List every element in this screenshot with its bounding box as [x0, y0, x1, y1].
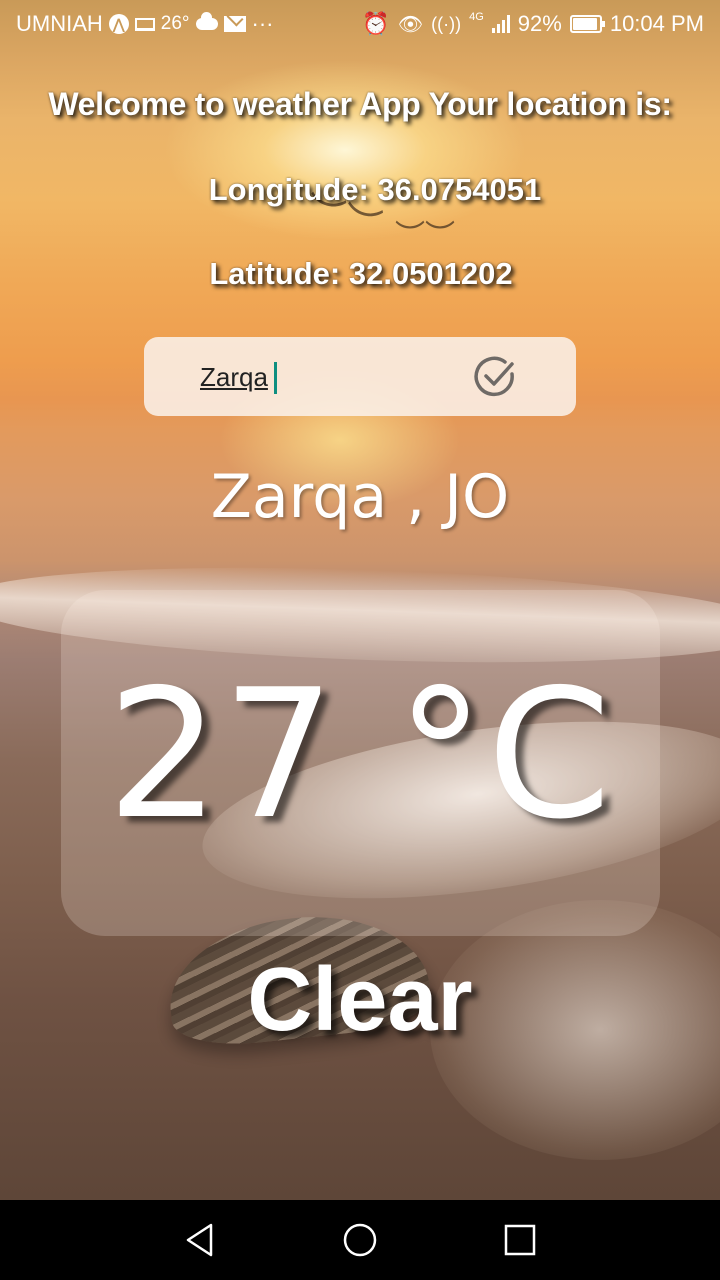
status-weather-temp: 26° [160, 13, 190, 34]
text-cursor [274, 362, 277, 394]
battery-percent: 92% [517, 11, 562, 36]
network-type: 4G [469, 11, 484, 23]
home-circle-icon[interactable] [340, 1220, 380, 1260]
clock: 10:04 PM [609, 11, 704, 36]
wifi-icon: ((·)) [431, 13, 462, 34]
laptop-icon [134, 17, 155, 31]
more-notifications: ··· [251, 11, 274, 36]
weather-condition: Clear [247, 950, 473, 1050]
status-bar: UMNIAH ⋀ 26° ··· ⏰ 👁 ((·)) 4G 92% 10:04 … [0, 0, 720, 48]
battery-icon [569, 15, 605, 33]
app-notification-icon: ⋀ [108, 14, 129, 34]
back-triangle-icon[interactable] [180, 1220, 220, 1260]
city-input[interactable] [200, 355, 460, 399]
city-search-box [144, 337, 576, 416]
eye-comfort-icon: 👁 [397, 13, 424, 36]
mail-icon [223, 16, 246, 32]
longitude-text: Longitude: 36.0754051 [208, 172, 542, 207]
cloud-icon [195, 12, 218, 30]
city-country-label: Zarqa , JO [210, 462, 510, 532]
recents-square-icon[interactable] [500, 1220, 540, 1260]
seagull: ︶︶ [395, 219, 455, 254]
temperature-value: 27 °C [106, 651, 614, 858]
alarm-icon: ⏰ [362, 11, 390, 36]
signal-icon [491, 15, 510, 33]
latitude-text: Latitude: 32.0501202 [209, 256, 513, 291]
check-circle-icon[interactable] [472, 354, 518, 400]
navigation-bar [0, 1200, 720, 1280]
welcome-text: Welcome to weather App Your location is: [48, 86, 672, 122]
carrier-label: UMNIAH [16, 11, 103, 36]
